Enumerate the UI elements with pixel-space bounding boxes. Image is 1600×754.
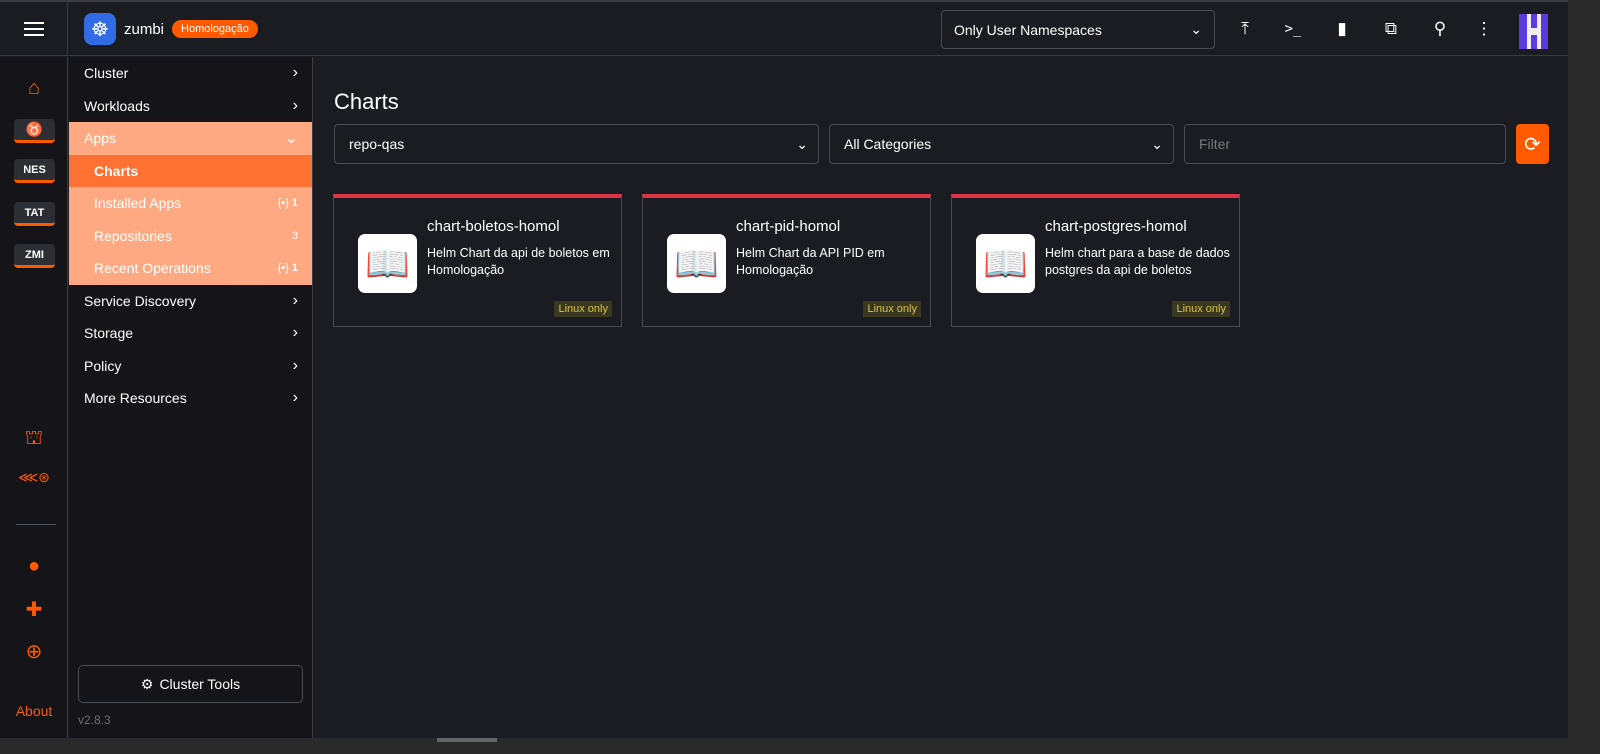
nav-label: Recent Operations xyxy=(94,260,211,277)
cluster-tools-button[interactable]: ⚙ Cluster Tools xyxy=(78,665,303,703)
users-icon[interactable]: ● xyxy=(14,555,54,578)
fleet-icon[interactable]: ⛫ xyxy=(14,427,54,452)
cluster-brand: ☸ zumbi Homologação xyxy=(84,13,258,45)
nav-recent-operations[interactable]: Recent Operations {▪} 1 xyxy=(69,252,312,285)
category-select-value: All Categories xyxy=(844,136,932,152)
nav-label: Installed Apps xyxy=(94,195,182,212)
chart-description: Helm Chart da API PID em Homologação xyxy=(736,246,885,277)
horizontal-scrollbar[interactable] xyxy=(437,738,497,742)
cluster-tools-label: Cluster Tools xyxy=(159,676,241,692)
nav-label: Charts xyxy=(94,162,139,179)
chart-description: Helm Chart da api de boletos em Homologa… xyxy=(427,246,610,277)
chevron-right-icon: › xyxy=(292,96,298,114)
chart-card[interactable]: 📖 chart-postgres-homol Helm chart para a… xyxy=(951,194,1240,327)
kubectl-shell-icon[interactable]: >_ xyxy=(1282,18,1304,40)
count-badge: {▪} 1 xyxy=(277,262,298,275)
import-yaml-icon[interactable]: ⤒ xyxy=(1234,18,1256,40)
refresh-button[interactable]: ⟳ xyxy=(1516,124,1549,164)
nav-label: Repositories xyxy=(94,227,172,244)
cluster-name: zumbi xyxy=(124,20,165,38)
gear-icon: ⚙ xyxy=(140,675,154,692)
global-settings-globe-icon[interactable]: ⊕ xyxy=(14,639,54,664)
menu-toggle-button[interactable] xyxy=(0,2,68,56)
namespace-filter-select[interactable]: Only User Namespaces ⌄ xyxy=(941,10,1215,49)
about-link[interactable]: About xyxy=(0,703,68,719)
filter-input[interactable]: Filter xyxy=(1184,124,1506,164)
chevron-right-icon: › xyxy=(292,64,298,82)
filter-placeholder: Filter xyxy=(1199,136,1231,152)
nav-policy[interactable]: Policy › xyxy=(69,350,312,383)
nav-charts[interactable]: Charts xyxy=(69,154,312,187)
cluster-zmi[interactable]: ZMI xyxy=(14,244,55,268)
nav-storage[interactable]: Storage › xyxy=(69,317,312,350)
book-icon: 📖 xyxy=(667,234,726,293)
user-avatar[interactable] xyxy=(1519,14,1548,49)
search-icon[interactable]: ⚲ xyxy=(1429,18,1451,40)
chevron-right-icon: › xyxy=(292,324,298,342)
chart-description: Helm chart para a base de dados postgres… xyxy=(1045,246,1230,277)
os-badge: Linux only xyxy=(1172,301,1230,317)
cluster-local-icon[interactable]: ♉ xyxy=(14,119,55,143)
env-badge: Homologação xyxy=(172,20,258,38)
nav-label: Service Discovery xyxy=(84,292,197,309)
kubernetes-logo-icon: ☸ xyxy=(84,13,116,45)
nav-label: Workloads xyxy=(84,97,150,114)
chevron-right-icon: › xyxy=(292,356,298,374)
chevron-right-icon: › xyxy=(292,389,298,407)
extensions-puzzle-icon[interactable]: ✚ xyxy=(14,597,54,622)
nav-cluster[interactable]: Cluster › xyxy=(69,57,312,90)
cluster-nes[interactable]: NES xyxy=(14,159,55,183)
copy-kubeconfig-icon[interactable]: ⧉ xyxy=(1380,18,1402,40)
nav-label: Policy xyxy=(84,357,122,374)
category-select[interactable]: All Categories ⌄ xyxy=(829,124,1174,164)
home-icon[interactable]: ⌂ xyxy=(14,77,54,100)
chart-title: chart-boletos-homol xyxy=(427,218,560,235)
chart-card[interactable]: 📖 chart-boletos-homol Helm Chart da api … xyxy=(333,194,622,327)
cluster-tat[interactable]: TAT xyxy=(14,202,55,226)
chart-title: chart-pid-homol xyxy=(736,218,841,235)
count-badge: 3 xyxy=(291,229,298,242)
chevron-right-icon: › xyxy=(292,291,298,309)
count-badge: {▪} 1 xyxy=(277,197,298,210)
chevron-down-icon: ⌄ xyxy=(1151,135,1163,152)
repo-select[interactable]: repo-qas ⌄ xyxy=(334,124,819,164)
namespace-filter-value: Only User Namespaces xyxy=(954,21,1102,38)
nav-service-discovery[interactable]: Service Discovery › xyxy=(69,285,312,318)
more-vertical-icon[interactable]: ⋮ xyxy=(1473,18,1495,40)
repo-select-value: repo-qas xyxy=(349,136,405,152)
chevron-down-icon: ⌄ xyxy=(284,130,298,148)
top-header: ☸ zumbi Homologação Only User Namespaces… xyxy=(0,2,1568,56)
nav-repositories[interactable]: Repositories 3 xyxy=(69,220,312,253)
rail-divider xyxy=(16,524,56,525)
book-icon: 📖 xyxy=(358,234,417,293)
chart-card[interactable]: 📖 chart-pid-homol Helm Chart da API PID … xyxy=(642,194,931,327)
nav-label: More Resources xyxy=(84,390,187,407)
chevron-down-icon: ⌄ xyxy=(796,135,808,152)
page-title: Charts xyxy=(334,89,399,114)
nav-apps[interactable]: Apps ⌄ xyxy=(69,122,312,155)
nav-label: Cluster xyxy=(84,65,129,82)
nav-label: Storage xyxy=(84,325,134,342)
nav-group-apps: Apps ⌄ Charts Installed Apps {▪} 1 Reposit… xyxy=(69,122,312,285)
cluster-rail: ⌂ ♉ NES TAT ZMI ⛫ ⋘⊛ ● ✚ ⊕ About xyxy=(0,57,68,738)
avatar-h-icon xyxy=(1526,14,1541,49)
side-nav: Cluster › Workloads › Apps ⌄ Charts Install… xyxy=(69,57,313,738)
os-badge: Linux only xyxy=(554,301,612,317)
refresh-icon: ⟳ xyxy=(1524,133,1541,156)
main-content: Charts repo-qas ⌄ All Categories ⌄ Filter … xyxy=(314,57,1568,738)
nav-installed-apps[interactable]: Installed Apps {▪} 1 xyxy=(69,187,312,220)
nav-label: Apps xyxy=(84,130,116,147)
version-label: v2.8.3 xyxy=(78,713,111,727)
nav-more-resources[interactable]: More Resources › xyxy=(69,382,312,415)
os-badge: Linux only xyxy=(863,301,921,317)
continuous-delivery-icon[interactable]: ⋘⊛ xyxy=(14,469,54,486)
chevron-down-icon: ⌄ xyxy=(1190,21,1202,37)
nav-workloads[interactable]: Workloads › xyxy=(69,90,312,123)
chart-title: chart-postgres-homol xyxy=(1045,218,1187,235)
book-icon: 📖 xyxy=(976,234,1035,293)
hamburger-icon xyxy=(23,28,44,30)
kubeconfig-file-icon[interactable]: ▮ xyxy=(1331,18,1353,40)
